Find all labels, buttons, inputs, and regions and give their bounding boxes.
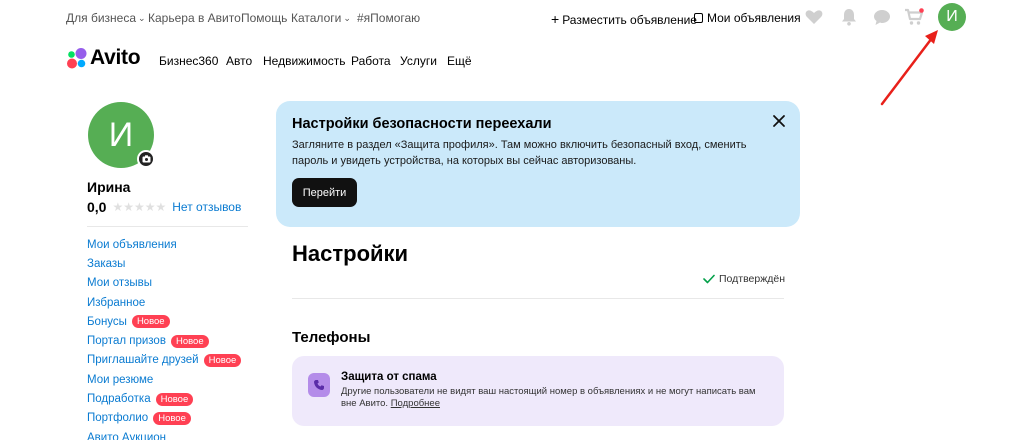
avito-logo[interactable]: Avito	[66, 46, 141, 70]
sidebar-item-label: Мои объявления	[87, 238, 177, 251]
verified-status: Подтверждён	[703, 273, 785, 285]
bell-icon[interactable]	[839, 7, 859, 27]
plus-icon: +	[551, 11, 560, 27]
nav-auto[interactable]: Авто	[226, 54, 252, 68]
sidebar-divider	[87, 226, 248, 227]
sidebar-item[interactable]: Мои резюме	[87, 370, 241, 389]
topbar-link-help[interactable]: Помощь	[241, 11, 287, 25]
sidebar-item[interactable]: Приглашайте друзей Новое	[87, 351, 242, 370]
chevron-down-icon: ⌄	[138, 13, 146, 23]
sidebar-item-label: Приглашайте друзей	[87, 354, 199, 367]
banner-text: Загляните в раздел «Защита профиля». Там…	[292, 139, 747, 167]
sidebar-item[interactable]: Авито Аукцион	[87, 428, 241, 440]
security-moved-banner: Настройки безопасности переехали Загляни…	[276, 101, 800, 227]
sidebar-item-label: Портал призов	[87, 335, 166, 348]
topbar-link-business[interactable]: Для бизнеса ⌄	[66, 11, 146, 25]
page-title: Настройки	[292, 241, 409, 266]
sidebar-item-label: Избранное	[87, 296, 146, 309]
new-badge: Новое	[155, 392, 194, 406]
sidebar-item[interactable]: Портал призов Новое	[87, 331, 241, 350]
nav-more[interactable]: Ещё	[447, 54, 472, 68]
sidebar-menu: Мои объявления Заказы Мои отзывы Избранное Б…	[87, 235, 242, 440]
sidebar-item-label: Мои отзывы	[87, 277, 153, 290]
sidebar-item[interactable]: Бонусы Новое	[87, 312, 241, 331]
sidebar-item[interactable]: Избранное	[87, 293, 241, 312]
logo-text: Avito	[90, 46, 141, 69]
close-icon[interactable]	[771, 113, 787, 129]
nav-business360[interactable]: Бизнес360	[159, 54, 218, 68]
heart-icon[interactable]	[804, 7, 824, 27]
sidebar-item-label: Мои резюме	[87, 373, 154, 386]
sidebar-item-label: Подработка	[87, 393, 151, 406]
learn-more-link[interactable]: Подробнее	[391, 398, 440, 409]
spam-text: Другие пользователи не видят ваш настоящ…	[341, 386, 756, 409]
verified-label: Подтверждён	[719, 273, 786, 285]
sidebar-item[interactable]: Мои отзывы	[87, 274, 241, 293]
new-badge: Новое	[153, 411, 191, 425]
spam-protection-card: Защита от спама Другие пользователи не в…	[292, 356, 784, 426]
sidebar-item[interactable]: Мои объявления	[87, 235, 241, 254]
topbar-link-career[interactable]: Карьера в Авито	[148, 11, 241, 25]
chevron-down-icon: ⌄	[343, 13, 351, 23]
new-badge: Новое	[170, 334, 209, 348]
my-ads-link[interactable]: Мои объявления	[694, 11, 801, 25]
sidebar-item[interactable]: Заказы	[87, 254, 241, 273]
new-badge: Новое	[203, 353, 242, 367]
sidebar-item[interactable]: Портфолио Новое	[87, 409, 241, 428]
post-ad-link[interactable]: + Разместить объявление	[551, 11, 697, 27]
nav-real-estate[interactable]: Недвижимость	[263, 54, 346, 68]
nav-jobs[interactable]: Работа	[351, 54, 391, 68]
rating-row: 0,0 ★★★★★ Нет отзывов	[87, 199, 241, 215]
banner-title: Настройки безопасности переехали	[292, 116, 552, 132]
camera-icon[interactable]	[137, 150, 155, 168]
sidebar-item[interactable]: Подработка Новое	[87, 389, 241, 408]
profile-name: Ирина	[87, 179, 131, 195]
new-badge: Новое	[131, 315, 170, 329]
topbar-link-ihelp[interactable]: #яПомогаю	[357, 11, 420, 25]
rating-stars-icon: ★★★★★	[112, 200, 167, 214]
ads-icon	[694, 13, 703, 23]
avito-logo-icon	[67, 48, 87, 69]
annotation-arrow-icon	[880, 30, 938, 106]
reviews-link[interactable]: Нет отзывов	[172, 200, 241, 214]
sidebar-item-label: Портфолио	[87, 412, 149, 425]
banner-go-button[interactable]: Перейти	[292, 178, 357, 207]
phones-section-title: Телефоны	[292, 329, 371, 346]
phone-shield-icon	[308, 373, 330, 397]
sidebar-item-label: Бонусы	[87, 315, 127, 328]
checkmark-icon	[703, 274, 715, 284]
nav-services[interactable]: Услуги	[400, 54, 437, 68]
section-divider	[292, 298, 784, 299]
sidebar-item-label: Авито Аукцион	[87, 431, 167, 440]
rating-value: 0,0	[87, 199, 107, 215]
sidebar-item-label: Заказы	[87, 257, 126, 270]
spam-title: Защита от спама	[341, 371, 437, 383]
topbar-link-catalogs[interactable]: Каталоги ⌄	[291, 11, 351, 25]
